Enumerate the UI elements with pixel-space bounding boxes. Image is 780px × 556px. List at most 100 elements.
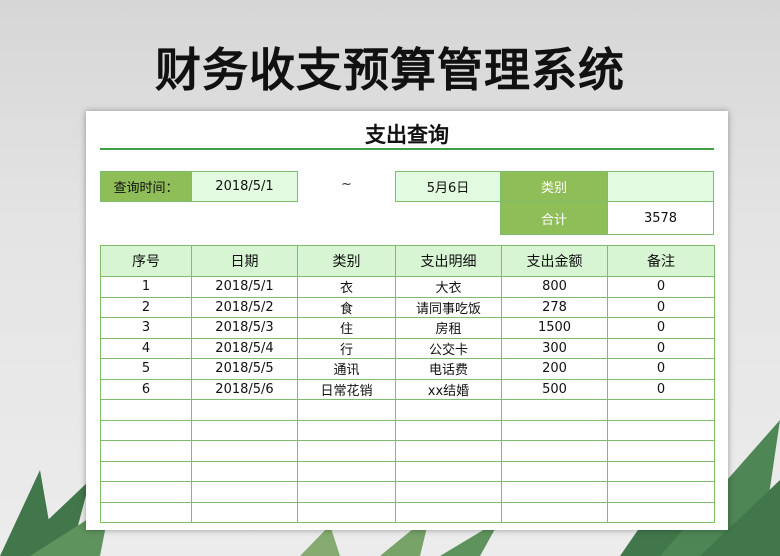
total-label: 合计	[500, 201, 608, 235]
table-cell[interactable]: 2018/5/3	[191, 317, 298, 339]
table-cell[interactable]	[191, 440, 298, 462]
table-cell[interactable]	[191, 399, 298, 421]
table-cell[interactable]	[395, 460, 502, 482]
table-cell[interactable]: 公交卡	[395, 337, 502, 359]
table-cell[interactable]	[395, 399, 502, 421]
table-cell[interactable]: 2018/5/5	[191, 358, 298, 380]
table-cell[interactable]	[607, 481, 715, 503]
table-cell[interactable]	[297, 501, 396, 523]
table-cell[interactable]	[100, 501, 192, 523]
table-row: 3 2018/5/3 住房租 1500 0	[100, 317, 715, 339]
column-header-detail[interactable]: 支出明细	[395, 245, 502, 277]
table-cell[interactable]: 衣	[297, 276, 396, 298]
column-header-category[interactable]: 类别	[297, 245, 396, 277]
table-cell[interactable]	[100, 440, 192, 462]
table-cell[interactable]: 0	[607, 317, 715, 339]
date-range-separator: ~	[341, 177, 352, 192]
table-cell[interactable]	[297, 460, 396, 482]
table-cell[interactable]	[191, 481, 298, 503]
end-date-field[interactable]: 5月6日	[395, 171, 501, 202]
table-cell[interactable]: 日常花销	[297, 378, 396, 400]
table-cell[interactable]	[607, 399, 715, 421]
total-value: 3578	[607, 201, 714, 235]
table-cell[interactable]: 大衣	[395, 276, 502, 298]
table-cell[interactable]: 请同事吃饭	[395, 296, 502, 318]
table-cell[interactable]: 通讯	[297, 358, 396, 380]
table-cell[interactable]	[297, 481, 396, 503]
table-cell[interactable]: 4	[100, 337, 192, 359]
table-cell[interactable]: 1	[100, 276, 192, 298]
table-cell[interactable]: 房租	[395, 317, 502, 339]
table-cell[interactable]: 300	[501, 337, 608, 359]
table-cell[interactable]: 278	[501, 296, 608, 318]
table-cell[interactable]: 0	[607, 378, 715, 400]
table-cell[interactable]: 0	[607, 358, 715, 380]
query-time-label: 查询时间：	[100, 171, 192, 202]
table-cell[interactable]	[100, 481, 192, 503]
column-header-index[interactable]: 序号	[100, 245, 192, 277]
table-cell[interactable]	[395, 440, 502, 462]
table-cell[interactable]	[501, 419, 608, 441]
table-cell[interactable]: 0	[607, 337, 715, 359]
table-cell[interactable]: 500	[501, 378, 608, 400]
table-cell[interactable]	[395, 419, 502, 441]
heading-divider	[100, 148, 714, 150]
table-cell[interactable]	[100, 419, 192, 441]
table-cell[interactable]	[191, 419, 298, 441]
table-row: 6 2018/5/6 日常花销 xx结婚 500 0	[100, 378, 715, 400]
table-cell[interactable]: 200	[501, 358, 608, 380]
table-cell[interactable]	[607, 419, 715, 441]
table-cell[interactable]: 5	[100, 358, 192, 380]
table-cell[interactable]	[297, 440, 396, 462]
table-cell[interactable]: 800	[501, 276, 608, 298]
table-cell[interactable]: 电话费	[395, 358, 502, 380]
table-cell[interactable]	[100, 399, 192, 421]
table-cell[interactable]	[100, 460, 192, 482]
table-cell[interactable]: 2	[100, 296, 192, 318]
table-body: 1 2018/5/1 衣大衣 800 0 2 2018/5/2 食请同事吃饭 278 0 3 2018…	[100, 276, 715, 523]
table-cell[interactable]	[191, 460, 298, 482]
table-cell[interactable]: 0	[607, 296, 715, 318]
table-row: 1 2018/5/1 衣大衣 800 0	[100, 276, 715, 298]
start-date-field[interactable]: 2018/5/1	[191, 171, 298, 202]
table-cell[interactable]: 2018/5/4	[191, 337, 298, 359]
table-row	[100, 481, 715, 503]
sheet-heading: 支出查询	[365, 123, 449, 147]
table-cell[interactable]: 0	[607, 276, 715, 298]
table-cell[interactable]: 住	[297, 317, 396, 339]
table-cell[interactable]	[395, 501, 502, 523]
table-row: 4 2018/5/4 行公交卡 300 0	[100, 337, 715, 359]
table-row	[100, 399, 715, 421]
table-cell[interactable]	[607, 440, 715, 462]
table-cell[interactable]	[297, 419, 396, 441]
category-field[interactable]	[607, 171, 714, 202]
table-cell[interactable]	[501, 481, 608, 503]
column-header-notes[interactable]: 备注	[607, 245, 715, 277]
table-cell[interactable]	[395, 481, 502, 503]
table-cell[interactable]	[297, 399, 396, 421]
table-cell[interactable]	[501, 460, 608, 482]
table-cell[interactable]: 食	[297, 296, 396, 318]
table-row	[100, 460, 715, 482]
app-title: 财务收支预算管理系统	[155, 43, 625, 97]
table-row: 2 2018/5/2 食请同事吃饭 278 0	[100, 296, 715, 318]
table-cell[interactable]: xx结婚	[395, 378, 502, 400]
table-row	[100, 419, 715, 441]
table-cell[interactable]	[191, 501, 298, 523]
column-header-amount[interactable]: 支出金额	[501, 245, 608, 277]
table-cell[interactable]	[501, 440, 608, 462]
table-cell[interactable]	[501, 399, 608, 421]
table-cell[interactable]: 6	[100, 378, 192, 400]
table-cell[interactable]: 1500	[501, 317, 608, 339]
table-cell[interactable]: 行	[297, 337, 396, 359]
table-cell[interactable]	[607, 501, 715, 523]
query-sheet: 支出查询 查询时间： 2018/5/1 ~ 5月6日 类别 合计 3578 序号…	[86, 111, 728, 530]
table-cell[interactable]: 2018/5/1	[191, 276, 298, 298]
column-header-date[interactable]: 日期	[191, 245, 298, 277]
table-row	[100, 440, 715, 462]
table-cell[interactable]: 2018/5/6	[191, 378, 298, 400]
table-cell[interactable]	[501, 501, 608, 523]
table-cell[interactable]: 2018/5/2	[191, 296, 298, 318]
table-cell[interactable]	[607, 460, 715, 482]
table-cell[interactable]: 3	[100, 317, 192, 339]
